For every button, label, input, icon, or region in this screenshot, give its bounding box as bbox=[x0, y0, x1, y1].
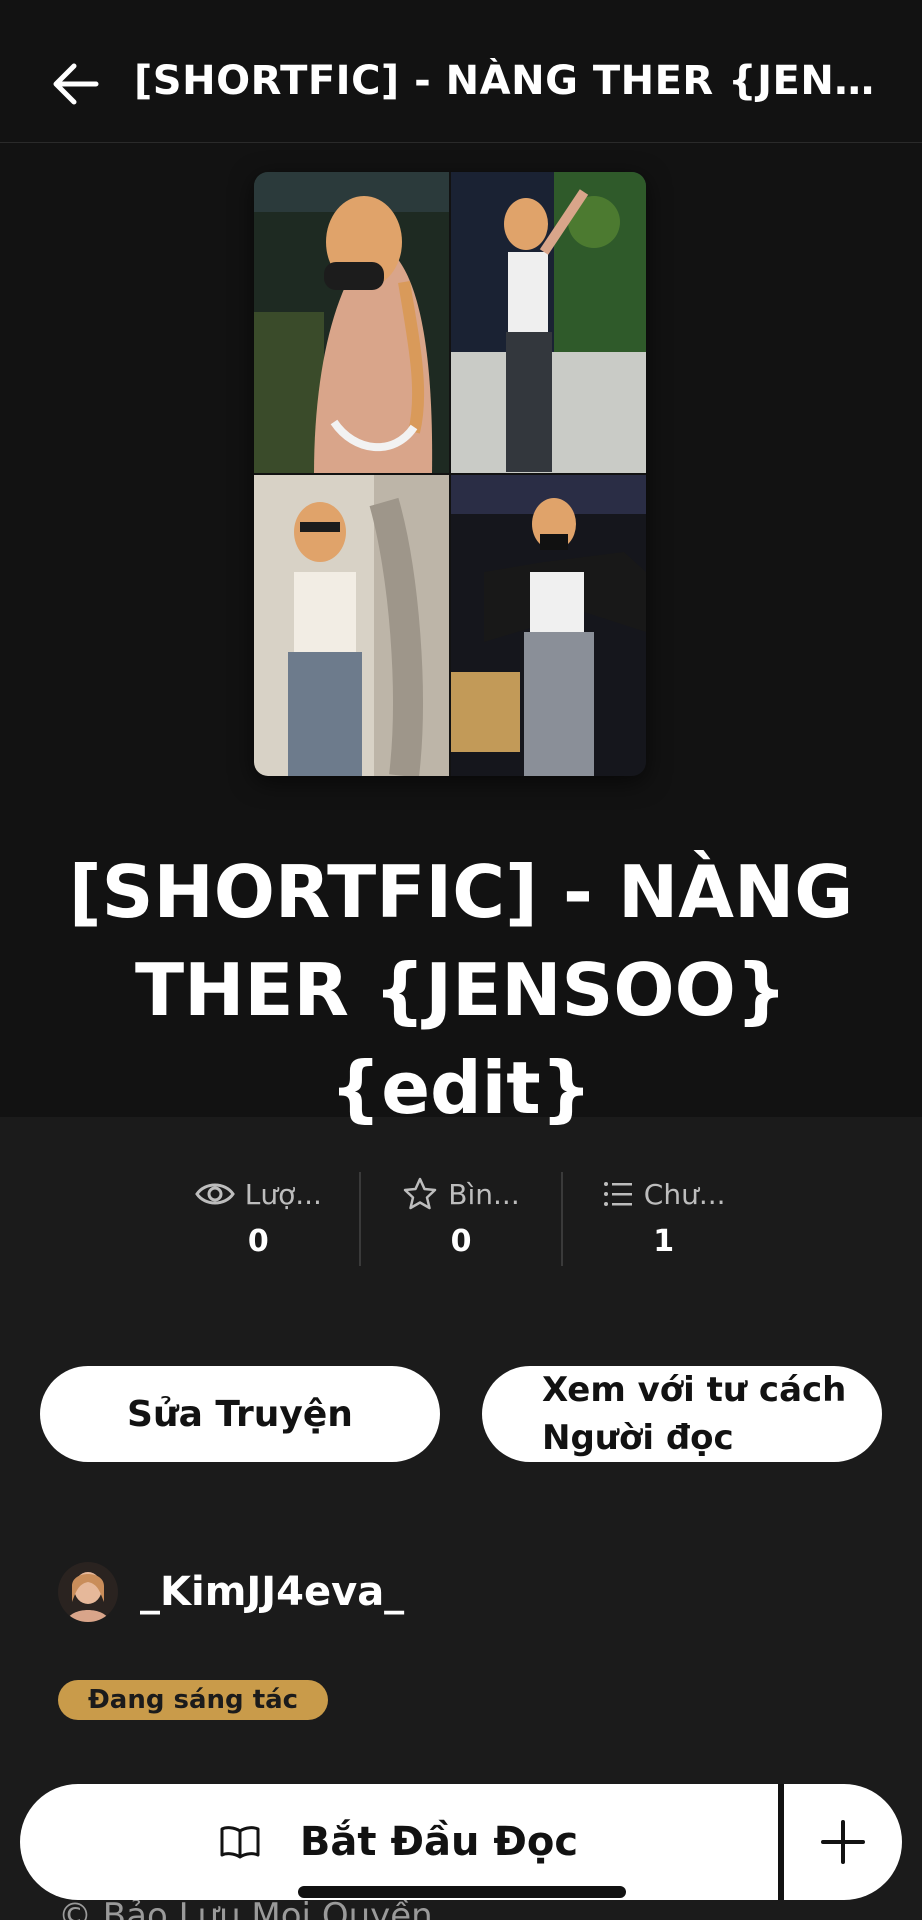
status-badge: Đang sáng tác bbox=[58, 1680, 329, 1720]
story-title-line-2: THER {JENSOO}{edit} bbox=[134, 948, 788, 1130]
author-name[interactable]: _KimJJ4eva_ bbox=[140, 1569, 404, 1615]
stat-chapters-value: 1 bbox=[653, 1224, 675, 1259]
story-cover-image[interactable] bbox=[254, 172, 646, 776]
top-header: [SHORTFIC] - NÀNG THER {JENSO... bbox=[0, 0, 922, 143]
start-reading-button[interactable]: Bắt Đầu Đọc bbox=[20, 1784, 778, 1900]
list-icon bbox=[603, 1182, 632, 1206]
story-detail-page: [SHORTFIC] - NÀNG THER {JENSO... [SHORTF… bbox=[0, 0, 922, 1920]
stat-votes-label: Bìn... bbox=[448, 1177, 520, 1211]
avatar bbox=[58, 1562, 118, 1622]
stat-chapters-label: Chư... bbox=[643, 1177, 726, 1211]
stat-reads[interactable]: Lượ... 0 bbox=[158, 1172, 359, 1266]
stat-reads-label: Lượ... bbox=[244, 1177, 322, 1211]
edit-story-label: Sửa Truyện bbox=[127, 1393, 353, 1435]
view-as-reader-label-2: Người đọc bbox=[542, 1418, 734, 1458]
status-badge-label: Đang sáng tác bbox=[88, 1685, 299, 1715]
bottom-action-bar: Bắt Đầu Đọc bbox=[20, 1784, 902, 1900]
view-as-reader-button[interactable]: Xem với tư cách Người đọc bbox=[482, 1366, 882, 1462]
header-title: [SHORTFIC] - NÀNG THER {JENSO... bbox=[134, 58, 894, 104]
cover-collage bbox=[254, 172, 646, 776]
eye-icon bbox=[194, 1183, 235, 1205]
star-icon bbox=[404, 1177, 437, 1210]
book-open-icon bbox=[220, 1826, 260, 1859]
view-as-reader-label-1: Xem với tư cách bbox=[542, 1370, 847, 1410]
stat-votes-value: 0 bbox=[450, 1224, 472, 1259]
story-title-line-1: [SHORTFIC] - NÀNG bbox=[68, 850, 854, 934]
plus-icon bbox=[821, 1820, 865, 1864]
edit-story-button[interactable]: Sửa Truyện bbox=[40, 1366, 440, 1462]
home-indicator bbox=[298, 1886, 626, 1898]
add-to-library-button[interactable] bbox=[784, 1784, 902, 1900]
story-title: [SHORTFIC] - NÀNG THER {JENSOO}{edit} bbox=[60, 843, 862, 1137]
stat-chapters[interactable]: Chư... 1 bbox=[561, 1172, 764, 1266]
story-stats: Lượ... 0 Bìn... 0 Chư... 1 bbox=[158, 1172, 764, 1266]
story-hero: [SHORTFIC] - NÀNG THER {JENSOO}{edit} bbox=[0, 143, 922, 1130]
author-row[interactable]: _KimJJ4eva_ bbox=[58, 1562, 404, 1622]
arrow-left-icon bbox=[53, 63, 99, 105]
stat-votes[interactable]: Bìn... 0 bbox=[358, 1172, 562, 1266]
back-button[interactable] bbox=[44, 52, 108, 116]
start-reading-label: Bắt Đầu Đọc bbox=[299, 1819, 579, 1865]
stat-reads-value: 0 bbox=[247, 1224, 269, 1259]
